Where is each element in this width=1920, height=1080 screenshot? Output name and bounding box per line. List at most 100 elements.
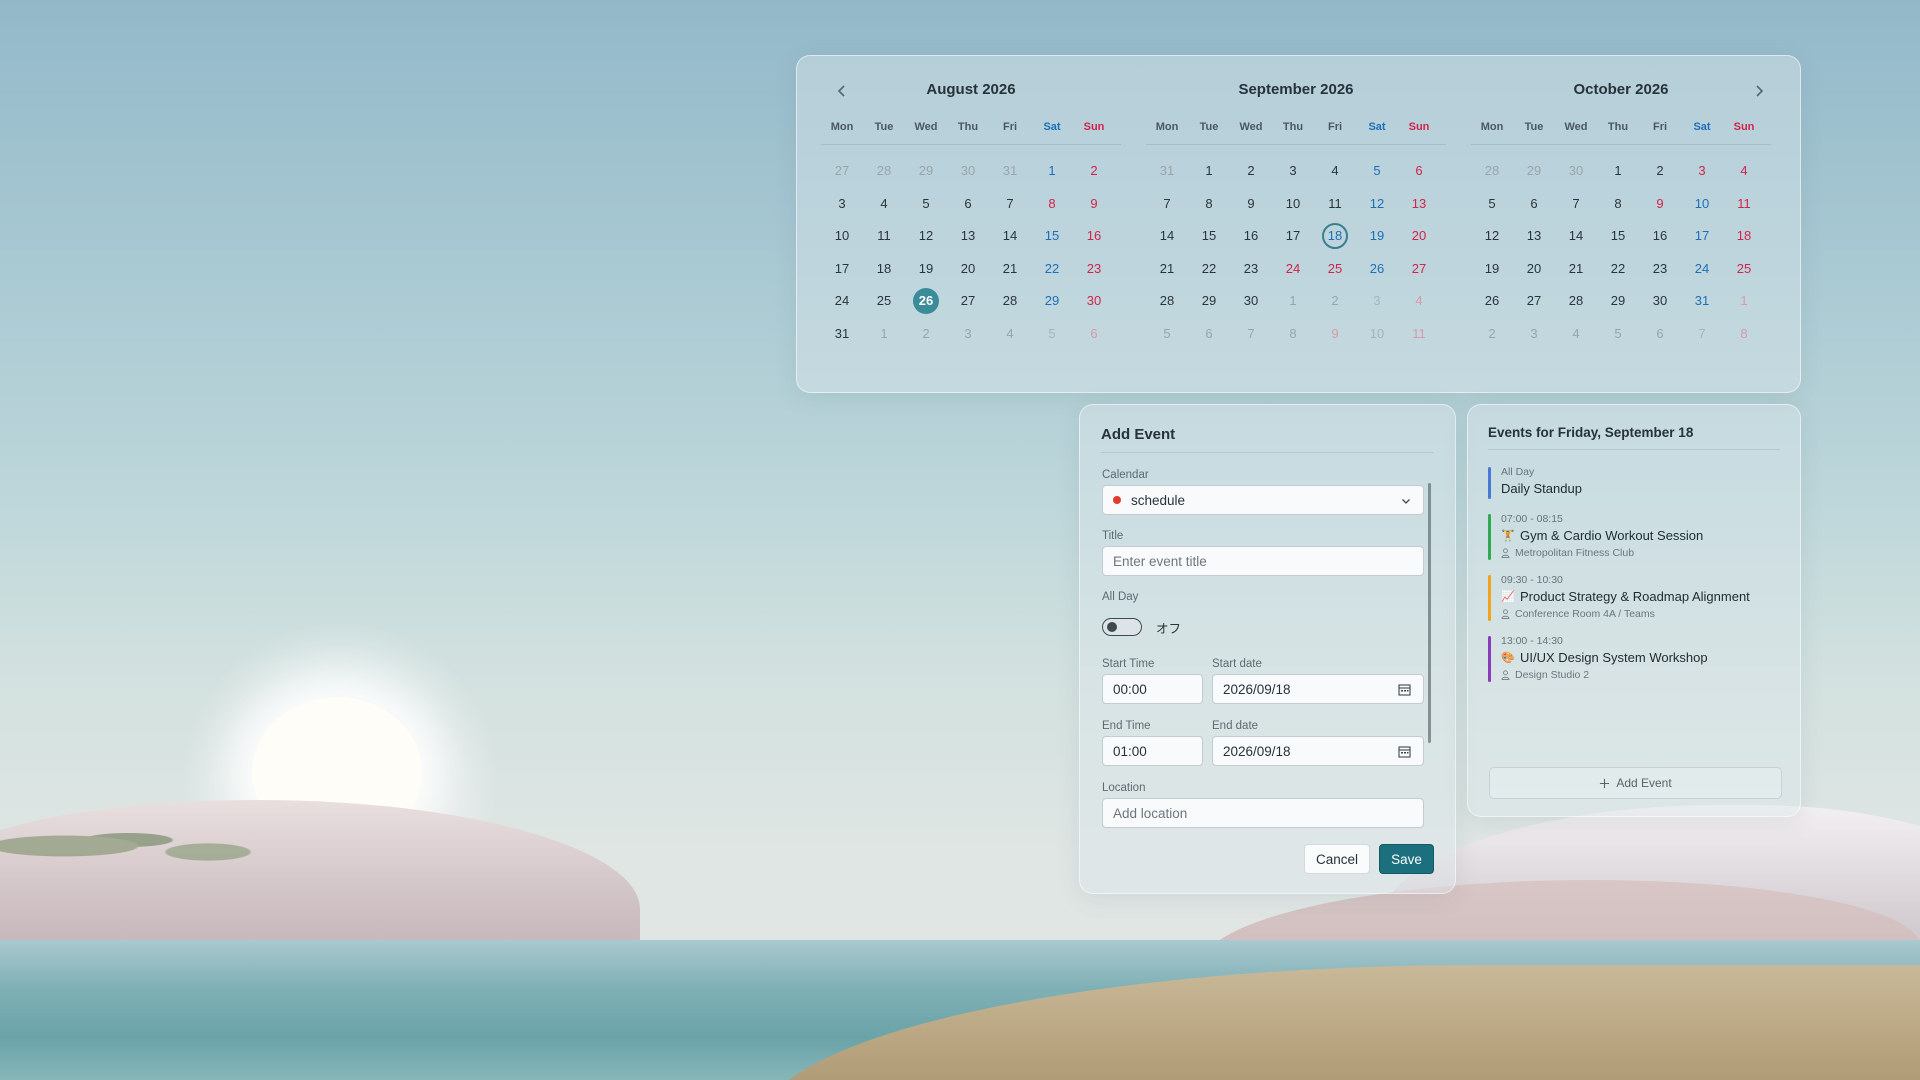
start-date-input[interactable]: 2026/09/18 bbox=[1212, 674, 1424, 704]
day-cell[interactable]: 15 bbox=[1597, 220, 1639, 253]
day-cell[interactable]: 18 bbox=[863, 253, 905, 286]
day-cell[interactable]: 27 bbox=[1398, 253, 1440, 286]
day-cell[interactable]: 7 bbox=[989, 188, 1031, 221]
event-item[interactable]: 13:00 - 14:30 🎨 UI/UX Design System Worksh… bbox=[1488, 634, 1788, 682]
day-cell[interactable]: 31 bbox=[1146, 155, 1188, 188]
day-cell[interactable]: 16 bbox=[1230, 220, 1272, 253]
day-cell[interactable]: 3 bbox=[1356, 285, 1398, 318]
day-cell[interactable]: 28 bbox=[863, 155, 905, 188]
day-cell[interactable]: 23 bbox=[1639, 253, 1681, 286]
cancel-button[interactable]: Cancel bbox=[1304, 844, 1370, 874]
end-date-input[interactable]: 2026/09/18 bbox=[1212, 736, 1424, 766]
day-cell[interactable]: 29 bbox=[1188, 285, 1230, 318]
day-cell[interactable]: 20 bbox=[1513, 253, 1555, 286]
day-cell[interactable]: 19 bbox=[1356, 220, 1398, 253]
day-cell[interactable]: 1 bbox=[1272, 285, 1314, 318]
day-cell[interactable]: 5 bbox=[905, 188, 947, 221]
day-cell[interactable]: 4 bbox=[863, 188, 905, 221]
day-cell[interactable]: 1 bbox=[1723, 285, 1765, 318]
day-cell[interactable]: 10 bbox=[1681, 188, 1723, 221]
day-cell[interactable]: 16 bbox=[1073, 220, 1115, 253]
day-cell[interactable]: 4 bbox=[1314, 155, 1356, 188]
day-cell[interactable]: 1 bbox=[1031, 155, 1073, 188]
day-cell[interactable]: 6 bbox=[1513, 188, 1555, 221]
day-cell[interactable]: 25 bbox=[1314, 253, 1356, 286]
day-cell[interactable]: 25 bbox=[863, 285, 905, 318]
day-cell[interactable]: 11 bbox=[1314, 188, 1356, 221]
day-cell[interactable]: 5 bbox=[1146, 318, 1188, 351]
day-cell[interactable]: 29 bbox=[1513, 155, 1555, 188]
day-cell[interactable]: 13 bbox=[1398, 188, 1440, 221]
add-event-button[interactable]: Add Event bbox=[1489, 767, 1782, 799]
day-cell[interactable]: 3 bbox=[947, 318, 989, 351]
day-cell[interactable]: 24 bbox=[1681, 253, 1723, 286]
day-cell[interactable]: 5 bbox=[1031, 318, 1073, 351]
day-cell[interactable]: 20 bbox=[1398, 220, 1440, 253]
day-cell[interactable]: 23 bbox=[1230, 253, 1272, 286]
day-cell[interactable]: 15 bbox=[1031, 220, 1073, 253]
day-cell[interactable]: 13 bbox=[947, 220, 989, 253]
day-cell[interactable]: 11 bbox=[1723, 188, 1765, 221]
day-cell[interactable]: 26 bbox=[1356, 253, 1398, 286]
day-cell[interactable]: 7 bbox=[1230, 318, 1272, 351]
calendar-select[interactable]: schedule bbox=[1102, 485, 1424, 515]
day-cell[interactable]: 21 bbox=[1146, 253, 1188, 286]
day-cell[interactable]: 26 bbox=[905, 285, 947, 318]
day-cell[interactable]: 30 bbox=[1555, 155, 1597, 188]
day-cell[interactable]: 6 bbox=[1398, 155, 1440, 188]
day-cell[interactable]: 1 bbox=[1188, 155, 1230, 188]
day-cell[interactable]: 11 bbox=[863, 220, 905, 253]
day-cell[interactable]: 16 bbox=[1639, 220, 1681, 253]
day-cell[interactable]: 9 bbox=[1230, 188, 1272, 221]
day-cell[interactable]: 8 bbox=[1188, 188, 1230, 221]
day-cell[interactable]: 8 bbox=[1031, 188, 1073, 221]
day-cell[interactable]: 6 bbox=[1639, 318, 1681, 351]
day-cell[interactable]: 30 bbox=[1073, 285, 1115, 318]
day-cell[interactable]: 22 bbox=[1597, 253, 1639, 286]
day-cell[interactable]: 17 bbox=[1272, 220, 1314, 253]
day-cell[interactable]: 7 bbox=[1146, 188, 1188, 221]
day-cell[interactable]: 5 bbox=[1471, 188, 1513, 221]
day-cell[interactable]: 31 bbox=[1681, 285, 1723, 318]
event-item[interactable]: 09:30 - 10:30 📈 Product Strategy & Roadmap… bbox=[1488, 573, 1788, 621]
day-cell[interactable]: 12 bbox=[1471, 220, 1513, 253]
day-cell[interactable]: 2 bbox=[1230, 155, 1272, 188]
day-cell[interactable]: 1 bbox=[1597, 155, 1639, 188]
day-cell[interactable]: 5 bbox=[1597, 318, 1639, 351]
day-cell[interactable]: 9 bbox=[1073, 188, 1115, 221]
day-cell[interactable]: 10 bbox=[821, 220, 863, 253]
day-cell[interactable]: 3 bbox=[1272, 155, 1314, 188]
day-cell[interactable]: 9 bbox=[1639, 188, 1681, 221]
day-cell[interactable]: 28 bbox=[989, 285, 1031, 318]
day-cell[interactable]: 4 bbox=[1723, 155, 1765, 188]
calendar-icon[interactable] bbox=[1398, 745, 1411, 758]
start-time-input[interactable]: 00:00 bbox=[1102, 674, 1203, 704]
day-cell[interactable]: 10 bbox=[1356, 318, 1398, 351]
day-cell[interactable]: 29 bbox=[1031, 285, 1073, 318]
day-cell[interactable]: 19 bbox=[905, 253, 947, 286]
end-time-input[interactable]: 01:00 bbox=[1102, 736, 1203, 766]
day-cell[interactable]: 3 bbox=[1681, 155, 1723, 188]
day-cell[interactable]: 6 bbox=[1188, 318, 1230, 351]
day-cell[interactable]: 30 bbox=[1230, 285, 1272, 318]
day-cell[interactable]: 25 bbox=[1723, 253, 1765, 286]
day-cell[interactable]: 3 bbox=[1513, 318, 1555, 351]
event-item[interactable]: All Day Daily Standup bbox=[1488, 465, 1788, 499]
day-cell[interactable]: 31 bbox=[821, 318, 863, 351]
day-cell[interactable]: 2 bbox=[905, 318, 947, 351]
location-input[interactable]: Add location bbox=[1102, 798, 1424, 828]
calendar-icon[interactable] bbox=[1398, 683, 1411, 696]
day-cell[interactable]: 6 bbox=[947, 188, 989, 221]
save-button[interactable]: Save bbox=[1379, 844, 1434, 874]
day-cell[interactable]: 2 bbox=[1073, 155, 1115, 188]
form-scrollbar[interactable] bbox=[1428, 483, 1431, 743]
day-cell[interactable]: 12 bbox=[905, 220, 947, 253]
day-cell[interactable]: 3 bbox=[821, 188, 863, 221]
day-cell[interactable]: 8 bbox=[1597, 188, 1639, 221]
day-cell[interactable]: 13 bbox=[1513, 220, 1555, 253]
day-cell[interactable]: 2 bbox=[1471, 318, 1513, 351]
day-cell[interactable]: 9 bbox=[1314, 318, 1356, 351]
day-cell[interactable]: 30 bbox=[1639, 285, 1681, 318]
day-cell[interactable]: 18 bbox=[1314, 220, 1356, 253]
day-cell[interactable]: 14 bbox=[989, 220, 1031, 253]
